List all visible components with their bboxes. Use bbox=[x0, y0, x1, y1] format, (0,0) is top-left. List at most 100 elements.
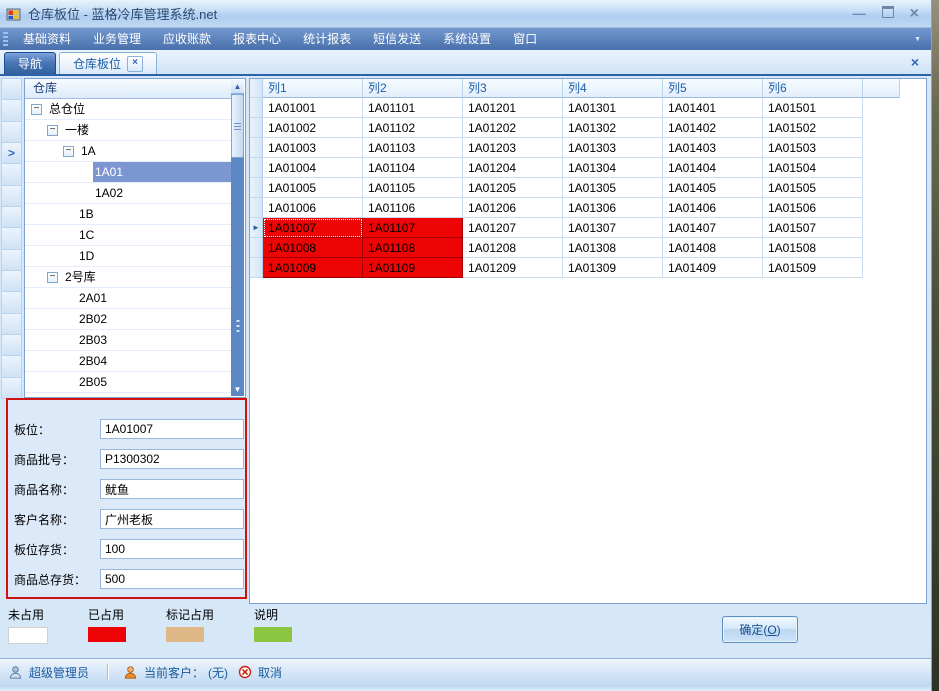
grid-cell[interactable]: 1A01107 bbox=[363, 218, 463, 238]
tree-expander-icon[interactable]: − bbox=[47, 125, 58, 136]
grid-cell[interactable]: 1A01405 bbox=[663, 178, 763, 198]
column-header[interactable]: 列5 bbox=[663, 79, 763, 98]
scroll-down-button[interactable]: ▼ bbox=[231, 383, 244, 396]
grid-cell[interactable]: 1A01202 bbox=[463, 118, 563, 138]
menu-item[interactable]: 基础资料 bbox=[12, 28, 82, 50]
column-header[interactable]: 列3 bbox=[463, 79, 563, 98]
tab-close-icon[interactable]: × bbox=[127, 56, 143, 72]
grid-cell[interactable]: 1A01504 bbox=[763, 158, 863, 178]
grid-cell[interactable]: 1A01403 bbox=[663, 138, 763, 158]
row-indicator[interactable] bbox=[250, 158, 263, 178]
tree-node[interactable]: 1D bbox=[25, 246, 231, 267]
tree-node[interactable]: 1A02 bbox=[25, 183, 231, 204]
form-input[interactable] bbox=[100, 539, 244, 559]
menu-item[interactable]: 系统设置 bbox=[432, 28, 502, 50]
grid-cell[interactable]: 1A01206 bbox=[463, 198, 563, 218]
grid-cell[interactable]: 1A01207 bbox=[463, 218, 563, 238]
splitter-cell[interactable] bbox=[1, 78, 22, 100]
row-indicator[interactable] bbox=[250, 178, 263, 198]
minimize-button[interactable]: — bbox=[853, 7, 866, 21]
splitter-cell[interactable]: > bbox=[1, 142, 22, 164]
form-input[interactable] bbox=[100, 509, 244, 529]
grid-cell[interactable]: 1A01001 bbox=[263, 98, 363, 118]
splitter-cell[interactable] bbox=[1, 291, 22, 313]
grid-cell[interactable]: 1A01004 bbox=[263, 158, 363, 178]
form-input[interactable] bbox=[100, 479, 244, 499]
grid-cell[interactable]: 1A01306 bbox=[563, 198, 663, 218]
grid-cell[interactable]: 1A01209 bbox=[463, 258, 563, 278]
tree-node[interactable]: −一楼 bbox=[25, 120, 231, 141]
grid-cell[interactable]: 1A01105 bbox=[363, 178, 463, 198]
column-header[interactable]: 列2 bbox=[363, 79, 463, 98]
grid-cell[interactable]: 1A01006 bbox=[263, 198, 363, 218]
tree-node[interactable]: 2B04 bbox=[25, 351, 231, 372]
grid-cell[interactable]: 1A01402 bbox=[663, 118, 763, 138]
tree-node[interactable]: −2号库 bbox=[25, 267, 231, 288]
grid-cell[interactable]: 1A01204 bbox=[463, 158, 563, 178]
scrollbar-thumb[interactable] bbox=[231, 94, 244, 158]
menu-item[interactable]: 统计报表 bbox=[292, 28, 362, 50]
cancel-link[interactable]: 取消 bbox=[258, 664, 282, 681]
grid-cell[interactable]: 1A01307 bbox=[563, 218, 663, 238]
tree-node[interactable]: 1B bbox=[25, 204, 231, 225]
grid-cell[interactable]: 1A01502 bbox=[763, 118, 863, 138]
grid-cell[interactable]: 1A01501 bbox=[763, 98, 863, 118]
column-header[interactable]: 列4 bbox=[563, 79, 663, 98]
tab[interactable]: 导航 bbox=[4, 52, 56, 74]
form-input[interactable] bbox=[100, 569, 244, 589]
grid-cell[interactable]: 1A01302 bbox=[563, 118, 663, 138]
grid-cell[interactable]: 1A01007 bbox=[263, 218, 363, 238]
grid-cell[interactable]: 1A01102 bbox=[363, 118, 463, 138]
menu-item[interactable]: 应收账款 bbox=[152, 28, 222, 50]
grid-cell[interactable]: 1A01002 bbox=[263, 118, 363, 138]
splitter-cell[interactable] bbox=[1, 99, 22, 121]
row-indicator[interactable]: ► bbox=[250, 218, 263, 238]
grid-cell[interactable]: 1A01208 bbox=[463, 238, 563, 258]
grid-cell[interactable]: 1A01509 bbox=[763, 258, 863, 278]
splitter-cell[interactable] bbox=[1, 377, 22, 399]
tree-node[interactable]: 2B03 bbox=[25, 330, 231, 351]
grid-cell[interactable]: 1A01308 bbox=[563, 238, 663, 258]
splitter-cell[interactable] bbox=[1, 206, 22, 228]
tab[interactable]: 仓库板位× bbox=[59, 52, 157, 74]
tree-node[interactable]: 2B05 bbox=[25, 372, 231, 393]
column-header[interactable]: 列6 bbox=[763, 79, 863, 98]
close-button[interactable]: × bbox=[910, 7, 919, 21]
form-input[interactable] bbox=[100, 449, 244, 469]
row-indicator[interactable] bbox=[250, 238, 263, 258]
scroll-up-button[interactable]: ▲ bbox=[231, 80, 244, 94]
grid-cell[interactable]: 1A01101 bbox=[363, 98, 463, 118]
grid-cell[interactable]: 1A01406 bbox=[663, 198, 763, 218]
grid-cell[interactable]: 1A01104 bbox=[363, 158, 463, 178]
splitter-cell[interactable] bbox=[1, 334, 22, 356]
grid-cell[interactable]: 1A01404 bbox=[663, 158, 763, 178]
menu-item[interactable]: 窗口 bbox=[502, 28, 548, 50]
tree-node[interactable]: 1A01 bbox=[25, 162, 231, 183]
splitter-cell[interactable] bbox=[1, 121, 22, 143]
tree-expander-icon[interactable]: − bbox=[63, 146, 74, 157]
cancel-icon[interactable] bbox=[238, 665, 252, 679]
grid-cell[interactable]: 1A01507 bbox=[763, 218, 863, 238]
tree-expander-icon[interactable]: − bbox=[47, 272, 58, 283]
grid-cell[interactable]: 1A01303 bbox=[563, 138, 663, 158]
grid-cell[interactable]: 1A01201 bbox=[463, 98, 563, 118]
grid-cell[interactable]: 1A01106 bbox=[363, 198, 463, 218]
row-indicator[interactable] bbox=[250, 198, 263, 218]
column-header[interactable]: 列1 bbox=[263, 79, 363, 98]
splitter-cell[interactable] bbox=[1, 227, 22, 249]
row-indicator[interactable] bbox=[250, 258, 263, 278]
tree-node[interactable]: −总仓位 bbox=[25, 99, 231, 120]
menu-item[interactable]: 报表中心 bbox=[222, 28, 292, 50]
grid-cell[interactable]: 1A01506 bbox=[763, 198, 863, 218]
splitter-cell[interactable] bbox=[1, 163, 22, 185]
grid-cell[interactable]: 1A01304 bbox=[563, 158, 663, 178]
grid-cell[interactable]: 1A01305 bbox=[563, 178, 663, 198]
grid-cell[interactable]: 1A01401 bbox=[663, 98, 763, 118]
grid-cell[interactable]: 1A01505 bbox=[763, 178, 863, 198]
grid-cell[interactable]: 1A01203 bbox=[463, 138, 563, 158]
grid-cell[interactable]: 1A01205 bbox=[463, 178, 563, 198]
grid-cell[interactable]: 1A01003 bbox=[263, 138, 363, 158]
grid-cell[interactable]: 1A01301 bbox=[563, 98, 663, 118]
grid-cell[interactable]: 1A01508 bbox=[763, 238, 863, 258]
splitter-cell[interactable] bbox=[1, 185, 22, 207]
